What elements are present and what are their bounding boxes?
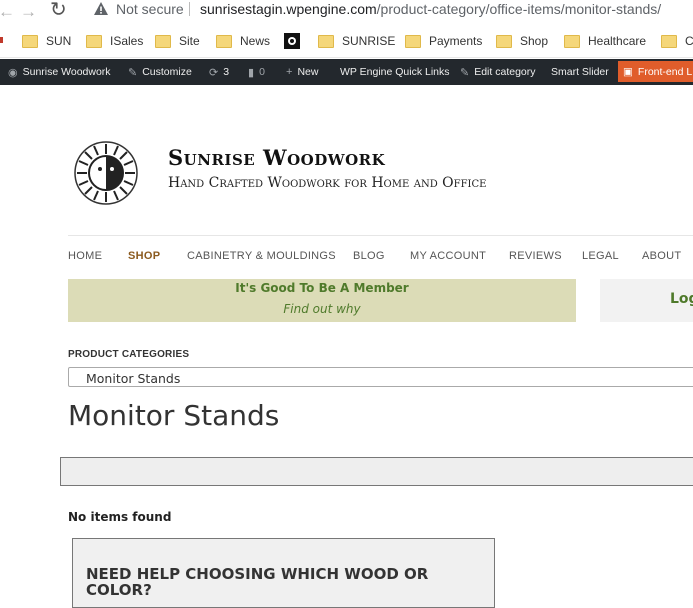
bookmark-ch[interactable]: Ch	[661, 33, 693, 49]
product-category-select[interactable]: Monitor Stands	[68, 367, 693, 387]
bookmark-shop[interactable]: Shop	[496, 33, 548, 49]
menu-item-shop[interactable]: SHOP	[128, 250, 160, 262]
menu-item-legal[interactable]: LEGAL	[582, 250, 619, 262]
adminbar-front-end-button[interactable]: ▣ Front-end L	[618, 61, 693, 82]
sun-favicon-icon	[284, 33, 300, 49]
bookmark-label: ISales	[110, 34, 144, 48]
bookmark-label: Healthcare	[588, 34, 647, 48]
page-title: Monitor Stands	[68, 399, 280, 432]
comment-icon: ▮	[248, 66, 255, 79]
bookmark-label: Ch	[685, 34, 693, 48]
bookmark-sun[interactable]: SUN	[22, 33, 71, 49]
wp-admin-bar: ◉ Sunrise Woodwork ✎ Customize ⟳ 3 ▮ 0 + New …	[0, 59, 693, 85]
adminbar-new[interactable]: + New	[286, 59, 318, 85]
address-bar: ← → ↻ Not secure sunrisestagin.wpengine.…	[0, 0, 693, 29]
calendar-icon: ▣	[623, 65, 633, 78]
folder-icon	[86, 34, 102, 48]
comments-count: 0	[259, 66, 265, 78]
adminbar-quick-links[interactable]: WP Engine Quick Links	[340, 59, 450, 85]
url-host: sunrisestagin.wpengine.com	[200, 1, 377, 17]
member-banner-link[interactable]: Find out why	[68, 302, 576, 316]
bookmark-sunrise[interactable]: SUNRISE	[318, 33, 395, 49]
product-categories-label: PRODUCT CATEGORIES	[68, 349, 190, 360]
folder-icon	[496, 34, 512, 48]
adminbar-quick-links-label: WP Engine Quick Links	[340, 66, 450, 78]
bookmark-site[interactable]: Site	[155, 33, 200, 49]
bookmark-indicator-icon	[0, 37, 3, 43]
adminbar-edit-category[interactable]: ✎ Edit category	[460, 59, 536, 85]
adminbar-front-end-label: Front-end L	[637, 65, 693, 78]
folder-icon	[564, 34, 580, 48]
adminbar-site-label: Sunrise Woodwork	[22, 66, 111, 78]
url-field[interactable]: sunrisestagin.wpengine.com/product-categ…	[200, 0, 661, 18]
site-tagline: Hand Crafted Woodwork for Home and Offic…	[168, 175, 487, 191]
security-status[interactable]: Not secure	[116, 0, 184, 18]
menu-item-about[interactable]: ABOUT	[642, 250, 681, 262]
folder-icon	[661, 34, 677, 48]
login-banner[interactable]: Log	[600, 279, 693, 322]
bookmark-label: Site	[179, 34, 200, 48]
adminbar-edit-category-label: Edit category	[474, 66, 536, 78]
forward-arrow-icon[interactable]: →	[20, 2, 37, 22]
pencil-icon: ✎	[460, 66, 470, 79]
adminbar-customize[interactable]: ✎ Customize	[128, 59, 192, 85]
adminbar-updates[interactable]: ⟳ 3	[209, 59, 229, 85]
folder-icon	[216, 34, 232, 48]
folder-icon	[155, 34, 171, 48]
no-items-message: No items found	[68, 510, 172, 524]
bookmark-label: Payments	[429, 34, 483, 48]
menu-item-reviews[interactable]: REVIEWS	[509, 250, 562, 262]
adminbar-new-label: New	[297, 66, 319, 78]
brush-icon: ✎	[128, 66, 138, 79]
bookmark-label: SUNRISE	[342, 34, 396, 48]
bookmark-label: News	[240, 34, 271, 48]
back-arrow-icon[interactable]: ←	[0, 2, 15, 22]
updates-icon: ⟳	[209, 66, 219, 79]
url-path: /product-category/office-items/monitor-s…	[376, 1, 662, 17]
adminbar-smart-slider[interactable]: Smart Slider	[551, 59, 609, 85]
bookmark-label: Shop	[520, 34, 549, 48]
adminbar-smart-slider-label: Smart Slider	[551, 66, 609, 78]
help-box: NEED HELP CHOOSING WHICH WOOD OR COLOR?	[72, 538, 495, 608]
site-title[interactable]: Sunrise Woodwork	[168, 145, 385, 170]
folder-icon	[318, 34, 334, 48]
member-banner: It's Good To Be A Member Find out why	[68, 279, 576, 322]
bookmark-sun-favicon[interactable]	[284, 33, 300, 49]
bookmark-news[interactable]: News	[216, 33, 270, 49]
dashboard-icon: ◉	[8, 66, 18, 79]
menu-item-cabinetry[interactable]: CABINETRY & MOULDINGS	[187, 250, 336, 262]
folder-icon	[405, 34, 421, 48]
member-banner-title: It's Good To Be A Member	[235, 281, 409, 295]
site-logo[interactable]	[73, 140, 139, 206]
url-separator	[189, 2, 190, 16]
bookmark-isales[interactable]: ISales	[86, 33, 143, 49]
menu-item-my-account[interactable]: MY ACCOUNT	[410, 250, 486, 262]
adminbar-comments[interactable]: ▮ 0	[248, 59, 265, 85]
folder-icon	[22, 34, 38, 48]
bookmark-healthcare[interactable]: Healthcare	[564, 33, 646, 49]
menu-divider	[68, 235, 693, 236]
help-box-title: NEED HELP CHOOSING WHICH WOOD OR COLOR?	[86, 565, 429, 599]
updates-count: 3	[223, 66, 230, 78]
bookmark-payments[interactable]: Payments	[405, 33, 482, 49]
plus-icon: +	[286, 66, 293, 78]
filter-bar	[60, 457, 693, 486]
login-label[interactable]: Log	[670, 291, 693, 307]
adminbar-site-name[interactable]: ◉ Sunrise Woodwork	[8, 59, 111, 85]
bookmark-label: SUN	[46, 34, 72, 48]
reload-icon[interactable]: ↻	[50, 0, 67, 20]
menu-item-blog[interactable]: BLOG	[353, 250, 385, 262]
menu-item-home[interactable]: HOME	[68, 250, 102, 262]
adminbar-customize-label: Customize	[142, 66, 192, 78]
warning-icon[interactable]	[93, 1, 109, 17]
bookmarks-bar: SUN ISales Site News SUNRISE Payments Sh…	[0, 29, 693, 58]
